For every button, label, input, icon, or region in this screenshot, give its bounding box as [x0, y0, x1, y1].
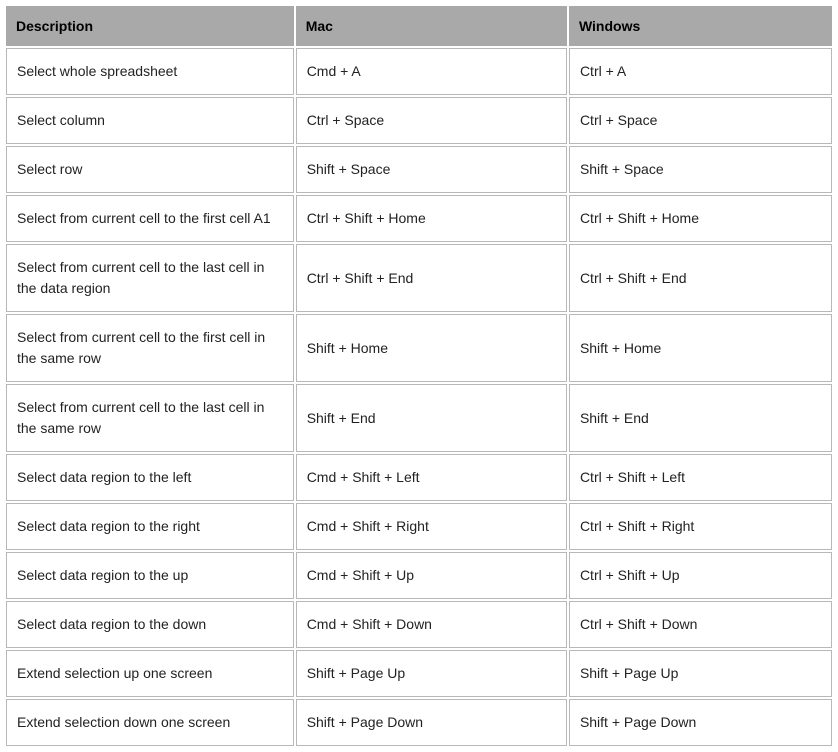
table-body: Select whole spreadsheetCmd + ACtrl + AS… [6, 48, 832, 746]
header-description: Description [6, 6, 294, 46]
cell-mac: Shift + Home [296, 314, 567, 382]
cell-description: Select data region to the down [6, 601, 294, 648]
table-row: Extend selection down one screenShift + … [6, 699, 832, 746]
cell-windows: Ctrl + Shift + End [569, 244, 832, 312]
header-windows: Windows [569, 6, 832, 46]
cell-windows: Ctrl + Shift + Left [569, 454, 832, 501]
table-row: Select from current cell to the last cel… [6, 384, 832, 452]
cell-mac: Cmd + Shift + Up [296, 552, 567, 599]
cell-description: Select row [6, 146, 294, 193]
table-row: Select data region to the rightCmd + Shi… [6, 503, 832, 550]
cell-description: Select from current cell to the last cel… [6, 384, 294, 452]
shortcuts-table: Description Mac Windows Select whole spr… [4, 4, 834, 748]
table-row: Select data region to the downCmd + Shif… [6, 601, 832, 648]
cell-description: Select data region to the left [6, 454, 294, 501]
cell-windows: Ctrl + Shift + Up [569, 552, 832, 599]
cell-mac: Ctrl + Space [296, 97, 567, 144]
cell-windows: Ctrl + Space [569, 97, 832, 144]
cell-windows: Shift + Space [569, 146, 832, 193]
cell-description: Extend selection down one screen [6, 699, 294, 746]
table-header-row: Description Mac Windows [6, 6, 832, 46]
cell-windows: Ctrl + Shift + Right [569, 503, 832, 550]
cell-mac: Cmd + A [296, 48, 567, 95]
cell-description: Select from current cell to the first ce… [6, 195, 294, 242]
cell-windows: Shift + End [569, 384, 832, 452]
cell-description: Select column [6, 97, 294, 144]
table-row: Select columnCtrl + SpaceCtrl + Space [6, 97, 832, 144]
cell-description: Extend selection up one screen [6, 650, 294, 697]
cell-description: Select data region to the up [6, 552, 294, 599]
cell-mac: Cmd + Shift + Right [296, 503, 567, 550]
cell-description: Select whole spreadsheet [6, 48, 294, 95]
cell-mac: Shift + Page Up [296, 650, 567, 697]
table-row: Select data region to the leftCmd + Shif… [6, 454, 832, 501]
cell-mac: Cmd + Shift + Left [296, 454, 567, 501]
cell-description: Select from current cell to the first ce… [6, 314, 294, 382]
cell-windows: Ctrl + Shift + Home [569, 195, 832, 242]
cell-mac: Shift + Page Down [296, 699, 567, 746]
cell-mac: Shift + End [296, 384, 567, 452]
cell-windows: Shift + Page Down [569, 699, 832, 746]
cell-mac: Cmd + Shift + Down [296, 601, 567, 648]
cell-mac: Ctrl + Shift + End [296, 244, 567, 312]
cell-windows: Ctrl + Shift + Down [569, 601, 832, 648]
header-mac: Mac [296, 6, 567, 46]
cell-description: Select from current cell to the last cel… [6, 244, 294, 312]
cell-description: Select data region to the right [6, 503, 294, 550]
table-row: Select from current cell to the first ce… [6, 314, 832, 382]
table-row: Select from current cell to the last cel… [6, 244, 832, 312]
cell-mac: Shift + Space [296, 146, 567, 193]
cell-windows: Ctrl + A [569, 48, 832, 95]
table-row: Select data region to the upCmd + Shift … [6, 552, 832, 599]
cell-windows: Shift + Page Up [569, 650, 832, 697]
cell-windows: Shift + Home [569, 314, 832, 382]
table-row: Extend selection up one screenShift + Pa… [6, 650, 832, 697]
table-row: Select rowShift + SpaceShift + Space [6, 146, 832, 193]
table-row: Select from current cell to the first ce… [6, 195, 832, 242]
table-row: Select whole spreadsheetCmd + ACtrl + A [6, 48, 832, 95]
cell-mac: Ctrl + Shift + Home [296, 195, 567, 242]
